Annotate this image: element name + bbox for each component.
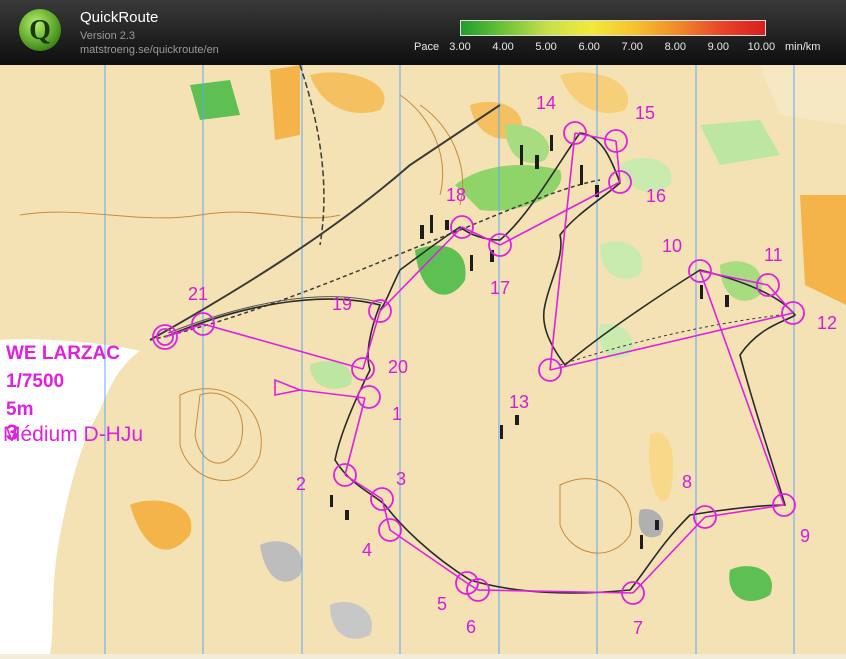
pace-tick-label: 10.00 bbox=[747, 41, 776, 53]
map-canvas[interactable]: 1 2 3 4 5 6 7 8 9 10 11 12 13 14 15 16 1… bbox=[0, 64, 846, 654]
pace-tick-label: 4.00 bbox=[492, 41, 514, 53]
control-number: 6 bbox=[466, 617, 476, 637]
pace-unit: min/km bbox=[785, 41, 821, 53]
pace-tick-label: 5.00 bbox=[535, 41, 557, 53]
app-url: matstroeng.se/quickroute/en bbox=[80, 44, 219, 56]
pace-tick-label: 6.00 bbox=[578, 41, 600, 53]
control-number: 14 bbox=[536, 93, 556, 113]
control-number: 2 bbox=[296, 474, 306, 494]
control-number: 3 bbox=[396, 469, 406, 489]
pace-tick-label: 7.00 bbox=[621, 41, 643, 53]
app-title: QuickRoute bbox=[80, 9, 159, 26]
contour-interval: 5m bbox=[6, 399, 34, 420]
control-number: 16 bbox=[646, 186, 666, 206]
control-number: 21 bbox=[188, 284, 208, 304]
event-name: WE LARZAC bbox=[6, 343, 120, 364]
control-number: 5 bbox=[437, 594, 447, 614]
control-number: 8 bbox=[682, 472, 692, 492]
orienteering-map[interactable]: 1 2 3 4 5 6 7 8 9 10 11 12 13 14 15 16 1… bbox=[0, 64, 846, 654]
control-number: 10 bbox=[662, 236, 682, 256]
pace-tick-label: 8.00 bbox=[664, 41, 686, 53]
quickroute-logo-icon: Q bbox=[19, 9, 61, 51]
pace-tick-label: 9.00 bbox=[707, 41, 730, 53]
control-number: 15 bbox=[635, 103, 655, 123]
control-number: 12 bbox=[817, 313, 837, 333]
control-number: 17 bbox=[490, 278, 510, 298]
control-number: 9 bbox=[800, 526, 810, 546]
svg-text:Q: Q bbox=[29, 15, 51, 46]
app-header: Q QuickRoute Version 2.3 matstroeng.se/q… bbox=[0, 0, 846, 65]
pace-color-scale bbox=[460, 20, 766, 36]
control-number: 11 bbox=[764, 245, 783, 265]
pace-tick-label: 3.00 bbox=[449, 41, 471, 53]
control-number: 20 bbox=[388, 357, 408, 377]
control-number: 7 bbox=[633, 618, 643, 638]
control-number: 18 bbox=[446, 185, 466, 205]
control-number: 13 bbox=[509, 392, 529, 412]
map-scale: 1/7500 bbox=[6, 371, 65, 392]
control-number: 1 bbox=[392, 404, 402, 424]
course-name: Médium D-HJu bbox=[3, 423, 144, 446]
pace-label: Pace bbox=[414, 41, 440, 53]
control-number: 4 bbox=[362, 540, 372, 560]
control-number: 19 bbox=[332, 294, 352, 314]
app-version: Version 2.3 bbox=[80, 30, 136, 42]
